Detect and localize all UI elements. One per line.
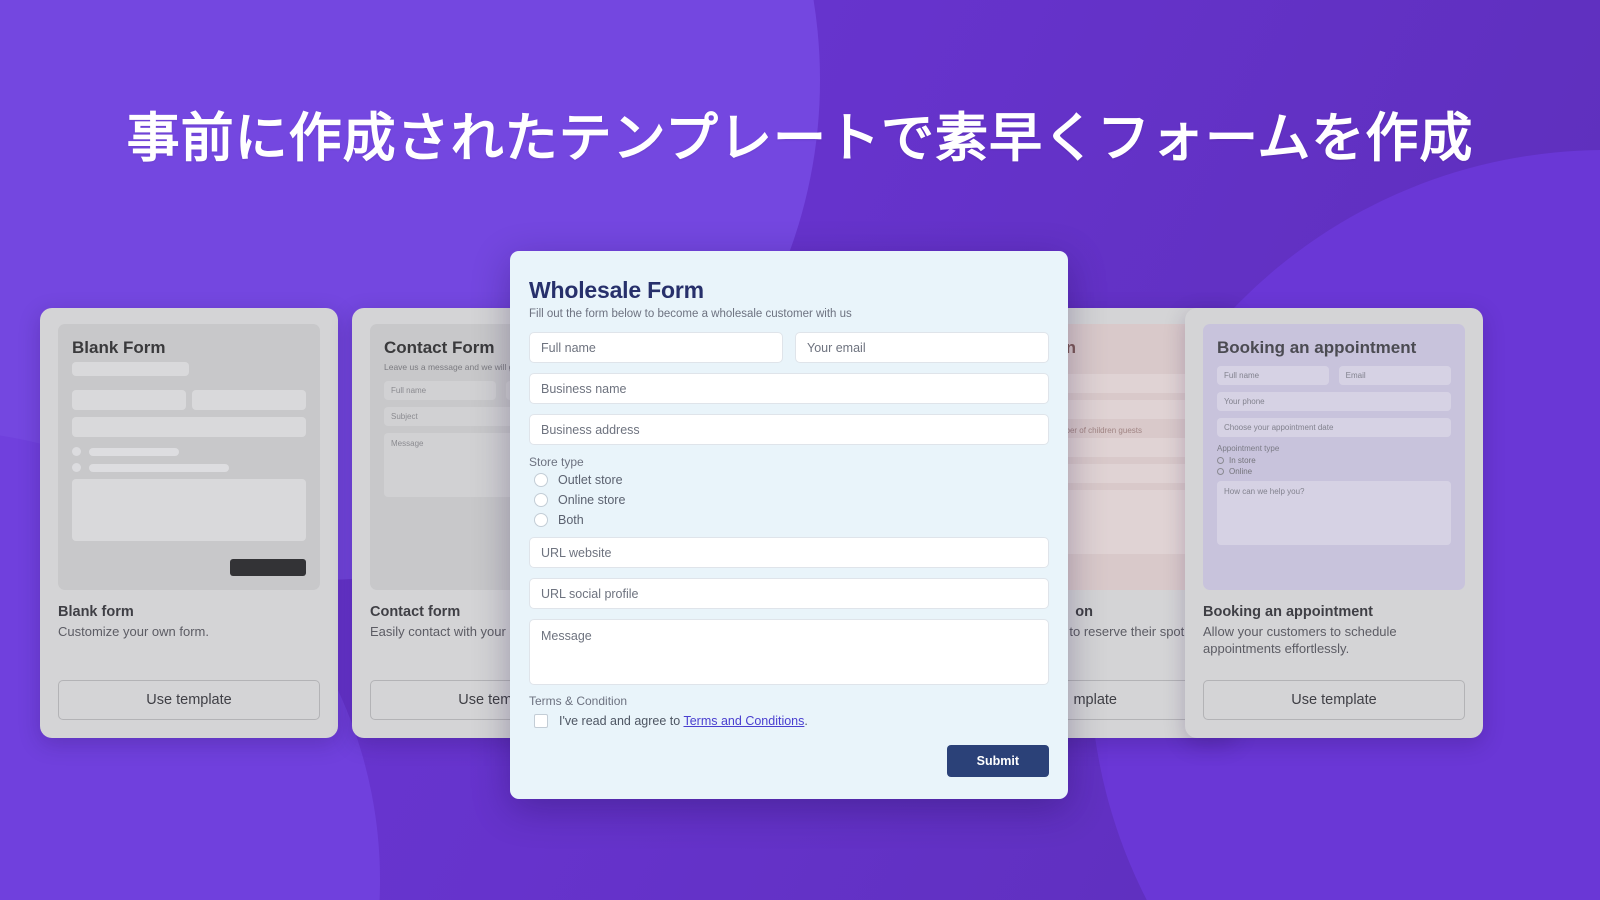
- radio-icon[interactable]: [534, 473, 548, 487]
- radio-label: Online store: [558, 493, 626, 507]
- business-address-input[interactable]: [529, 414, 1049, 445]
- radio-label: In store: [1229, 456, 1256, 465]
- preview-field-full-name: Full name: [1217, 366, 1330, 385]
- preview-blank-form: Blank Form: [58, 324, 320, 590]
- submit-row: Submit: [529, 745, 1049, 777]
- preview-field-full-name: Full name: [384, 381, 497, 400]
- terms-and-conditions-link[interactable]: Terms and Conditions: [683, 714, 804, 728]
- terms-heading: Terms & Condition: [529, 694, 628, 708]
- terms-prefix: I've read and agree to: [559, 714, 684, 728]
- template-card-booking-appointment[interactable]: Booking an appointment Full name Email Y…: [1185, 308, 1483, 738]
- preview-field-help: How can we help you?: [1217, 481, 1451, 545]
- url-social-profile-input[interactable]: [529, 578, 1049, 609]
- preview-field-row: Full name Email: [1217, 366, 1451, 392]
- skeleton-row: [72, 390, 306, 410]
- radio-icon: [1217, 457, 1224, 464]
- preview-field-phone: Your phone: [1217, 392, 1451, 411]
- preview-title: Blank Form: [72, 338, 166, 357]
- skeleton-line: [72, 362, 189, 376]
- terms-text: I've read and agree to Terms and Conditi…: [559, 714, 808, 728]
- preview-booking-form: Booking an appointment Full name Email Y…: [1203, 324, 1465, 590]
- business-address-row: [529, 414, 1049, 445]
- preview-field-date: Choose your appointment date: [1217, 418, 1451, 437]
- business-name-input[interactable]: [529, 373, 1049, 404]
- radio-both[interactable]: Both: [534, 513, 1049, 527]
- use-template-button[interactable]: Use template: [58, 680, 320, 720]
- radio-icon[interactable]: [534, 493, 548, 507]
- store-type-label: Store type: [529, 455, 584, 469]
- skeleton-submit-button: [230, 559, 306, 576]
- business-name-row: [529, 373, 1049, 404]
- skeleton-label: [89, 447, 179, 456]
- skeleton-option: [72, 447, 306, 456]
- card-description: Allow your customers to schedule appoint…: [1203, 624, 1397, 657]
- card-title: Booking an appointment: [1203, 604, 1373, 620]
- url-social-row: [529, 578, 1049, 609]
- preview-radio-online: Online: [1217, 467, 1451, 476]
- url-website-row: [529, 537, 1049, 568]
- terms-suffix: .: [804, 714, 808, 728]
- preview-radio-in-store: In store: [1217, 456, 1451, 465]
- skeleton-field: [72, 417, 306, 437]
- preview-field-email: Email: [1338, 366, 1451, 385]
- template-card-blank-form[interactable]: Blank Form Blank form Customize your own…: [40, 308, 338, 738]
- radio-online-store[interactable]: Online store: [534, 493, 1049, 507]
- page-title: 事前に作成されたテンプレートで素早くフォームを作成: [126, 109, 1474, 168]
- wholesale-form-modal: Wholesale Form Fill out the form below t…: [510, 251, 1068, 799]
- name-email-row: [529, 332, 1049, 363]
- preview-label-appointment-type: Appointment type: [1217, 444, 1280, 453]
- email-input[interactable]: [795, 332, 1049, 363]
- radio-label: Both: [558, 513, 584, 527]
- modal-subtitle: Fill out the form below to become a whol…: [529, 308, 852, 320]
- skeleton-radio-icon: [72, 463, 81, 472]
- skeleton-textarea: [72, 479, 306, 541]
- submit-button[interactable]: Submit: [946, 745, 1049, 777]
- modal-title: Wholesale Form: [529, 277, 704, 303]
- preview-title: Booking an appointment: [1217, 338, 1417, 357]
- radio-label: Online: [1229, 467, 1253, 476]
- radio-label: Outlet store: [558, 473, 623, 487]
- skeleton-radio-icon: [72, 447, 81, 456]
- card-title: Blank form: [58, 604, 134, 620]
- terms-agreement-row: I've read and agree to Terms and Conditi…: [534, 714, 1049, 728]
- use-template-button[interactable]: Use template: [1203, 680, 1465, 720]
- message-textarea[interactable]: [529, 619, 1049, 685]
- skeleton-label: [89, 463, 229, 472]
- card-description: Customize your own form.: [58, 624, 209, 639]
- radio-icon: [1217, 468, 1224, 475]
- full-name-input[interactable]: [529, 332, 783, 363]
- skeleton-field: [192, 390, 306, 410]
- skeleton-field: [72, 390, 186, 410]
- radio-outlet-store[interactable]: Outlet store: [534, 473, 1049, 487]
- skeleton-option: [72, 463, 306, 472]
- radio-icon[interactable]: [534, 513, 548, 527]
- url-website-input[interactable]: [529, 537, 1049, 568]
- terms-checkbox[interactable]: [534, 714, 548, 728]
